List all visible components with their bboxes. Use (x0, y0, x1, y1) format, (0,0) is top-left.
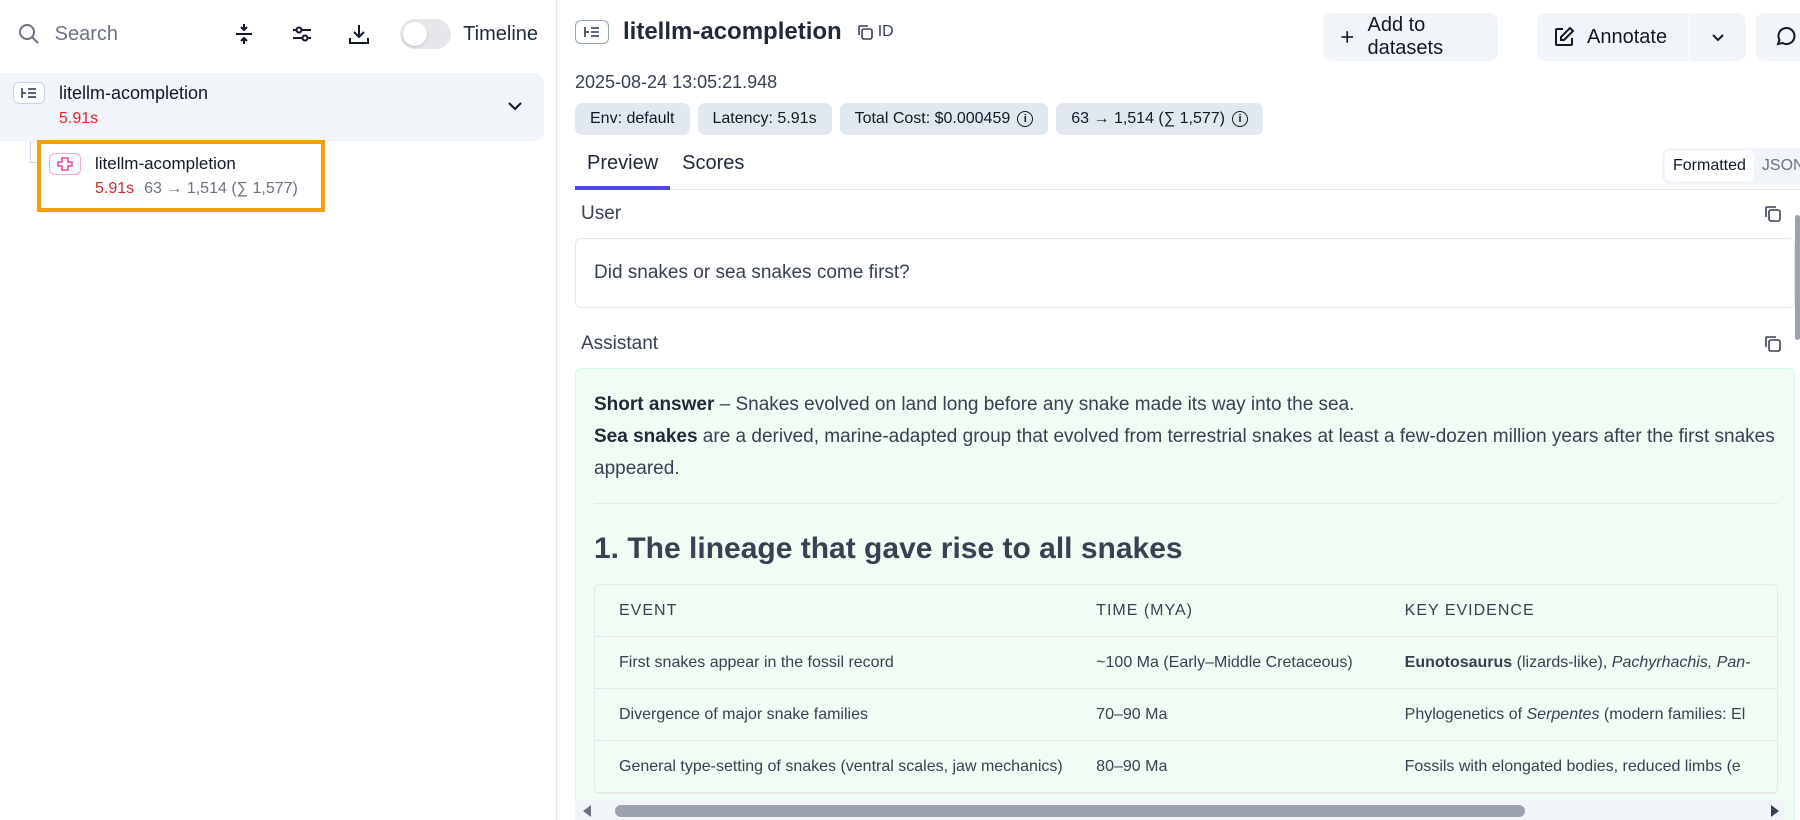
root-node-title: litellm-acompletion (59, 83, 209, 103)
trace-tree-panel: Search Timeline litellm-acompletion 5.91… (0, 0, 557, 820)
tab-scores[interactable]: Scores (670, 146, 756, 190)
table-cell: 80–90 Ma (1096, 757, 1168, 775)
filter-settings-icon[interactable] (283, 14, 321, 54)
detail-panel: litellm-acompletion ID Add to datasets A… (557, 0, 1800, 820)
trace-list-icon (575, 20, 609, 44)
json-view-button[interactable]: JSON (1754, 151, 1800, 181)
sea-snakes-bold: Sea snakes (594, 426, 698, 447)
table-row: First snakes appear in the fossil record… (595, 637, 1777, 689)
search-icon (18, 22, 41, 46)
collapse-all-icon[interactable] (225, 14, 263, 54)
evidence-text: (modern families: El (1599, 705, 1746, 723)
page-title: litellm-acompletion (623, 18, 842, 45)
copy-id-button[interactable]: ID (856, 23, 894, 41)
child-node-meta: 5.91s 63 → 1,514 (∑ 1,577) (95, 180, 298, 198)
detail-tabs: Preview Scores (575, 146, 1800, 190)
formatted-view-button[interactable]: Formatted (1665, 151, 1754, 181)
comments-button[interactable] (1756, 13, 1800, 61)
table-cell: 70–90 Ma (1096, 705, 1168, 723)
scrollbar-thumb[interactable] (615, 805, 1525, 817)
info-icon[interactable]: i (1017, 111, 1034, 127)
timestamp: 2025-08-24 13:05:21.948 (575, 72, 778, 92)
edit-icon (1555, 26, 1575, 46)
section-heading: 1. The lineage that gave rise to all sna… (594, 532, 1183, 565)
child-node-latency: 5.91s (95, 180, 135, 197)
annotate-label: Annotate (1587, 25, 1668, 48)
evidence-italic: Serpentes (1526, 705, 1600, 723)
child-node-tokens: 63 → 1,514 (∑ 1,577) (144, 180, 298, 197)
generation-node-selected[interactable]: litellm-acompletion 5.91s 63 → 1,514 (∑ 1… (37, 140, 325, 212)
chevron-down-icon[interactable] (504, 95, 526, 117)
latency-badge: Latency: 5.91s (697, 103, 832, 135)
evidence-bold: Eunotosaurus (1404, 653, 1513, 671)
tree-connector (30, 141, 31, 163)
table-cell: Eunotosaurus (lizards-like), Pachyrhachi… (1405, 654, 1777, 672)
env-badge: Env: default (575, 103, 690, 135)
generation-icon (49, 153, 81, 175)
tab-preview[interactable]: Preview (575, 146, 671, 190)
assistant-section-label: Assistant (581, 333, 659, 354)
table-header-row: EVENT TIME (MYA) KEY EVIDENCE (595, 585, 1777, 637)
cost-badge-label: Total Cost: $0.000459 (854, 110, 1011, 127)
detail-header: litellm-acompletion ID (575, 18, 894, 46)
view-mode-toggle: Formatted JSON (1662, 148, 1800, 184)
table-cell: Divergence of major snake families (619, 705, 868, 723)
timeline-label: Timeline (463, 22, 539, 45)
annotate-button[interactable]: Annotate (1537, 13, 1689, 61)
annotate-dropdown-button[interactable] (1690, 13, 1746, 61)
table-cell: Phylogenetics of Serpentes (modern famil… (1405, 706, 1777, 724)
metrics-badges: Env: default Latency: 5.91s Total Cost: … (575, 103, 1263, 135)
horizontal-scrollbar[interactable] (575, 800, 1785, 820)
search-input[interactable]: Search (55, 23, 206, 46)
tokens-badge[interactable]: 63 → 1,514 (∑ 1,577) i (1056, 103, 1263, 135)
root-node-latency: 5.91s (59, 110, 99, 127)
info-icon[interactable]: i (1231, 111, 1248, 127)
evidence-pre: Phylogenetics of (1404, 705, 1527, 723)
table-row: Divergence of major snake families 70–90… (595, 689, 1777, 741)
copy-icon[interactable] (1763, 204, 1783, 224)
sea-snakes-paragraph: Sea snakes are a derived, marine-adapted… (594, 421, 1776, 485)
short-answer-text: – Snakes evolved on land long before any… (714, 394, 1355, 415)
timeline-toggle[interactable] (400, 19, 452, 49)
download-icon[interactable] (341, 14, 379, 54)
short-answer-paragraph: Short answer – Snakes evolved on land lo… (594, 389, 1776, 421)
trace-list-icon (13, 82, 45, 104)
table-header: EVENT (619, 601, 678, 619)
table-row: General type-setting of snakes (ventral … (595, 741, 1777, 793)
user-message: Did snakes or sea snakes come first? (575, 238, 1795, 308)
assistant-message: Short answer – Snakes evolved on land lo… (575, 368, 1795, 820)
user-section-label: User (581, 203, 622, 224)
divider (594, 503, 1778, 504)
cost-badge[interactable]: Total Cost: $0.000459 i (839, 103, 1049, 135)
table-header: KEY EVIDENCE (1404, 601, 1535, 619)
short-answer-bold: Short answer (594, 394, 715, 415)
scroll-left-arrow-icon[interactable] (583, 805, 591, 817)
chevron-down-icon (1712, 34, 1724, 42)
lineage-table: EVENT TIME (MYA) KEY EVIDENCE First snak… (594, 584, 1778, 794)
comment-icon (1776, 27, 1796, 46)
child-node-title: litellm-acompletion (95, 154, 236, 173)
table-header: TIME (MYA) (1096, 601, 1193, 619)
table-cell: Fossils with elongated bodies, reduced l… (1404, 757, 1741, 775)
id-label: ID (877, 23, 894, 40)
table-cell: ~100 Ma (Early–Middle Cretaceous) (1096, 653, 1353, 671)
add-to-datasets-button[interactable]: Add to datasets (1323, 13, 1498, 61)
copy-icon[interactable] (1763, 334, 1783, 354)
scroll-right-arrow-icon[interactable] (1771, 805, 1779, 817)
copy-icon (857, 25, 873, 40)
table-cell: General type-setting of snakes (ventral … (619, 757, 1063, 775)
trace-root-node[interactable]: litellm-acompletion 5.91s (0, 73, 544, 141)
vertical-scrollbar-thumb[interactable] (1795, 215, 1800, 340)
sea-snakes-text: are a derived, marine-adapted group that… (594, 426, 1775, 479)
plus-icon (1341, 31, 1354, 43)
table-cell: First snakes appear in the fossil record (619, 653, 894, 671)
tree-toolbar: Search Timeline (0, 0, 556, 68)
evidence-text: (lizards-like), (1512, 653, 1612, 671)
evidence-italic: Pachyrhachis, Pan- (1611, 653, 1751, 671)
tokens-badge-label: 63 → 1,514 (∑ 1,577) (1071, 110, 1225, 127)
add-to-datasets-label: Add to datasets (1367, 14, 1444, 59)
